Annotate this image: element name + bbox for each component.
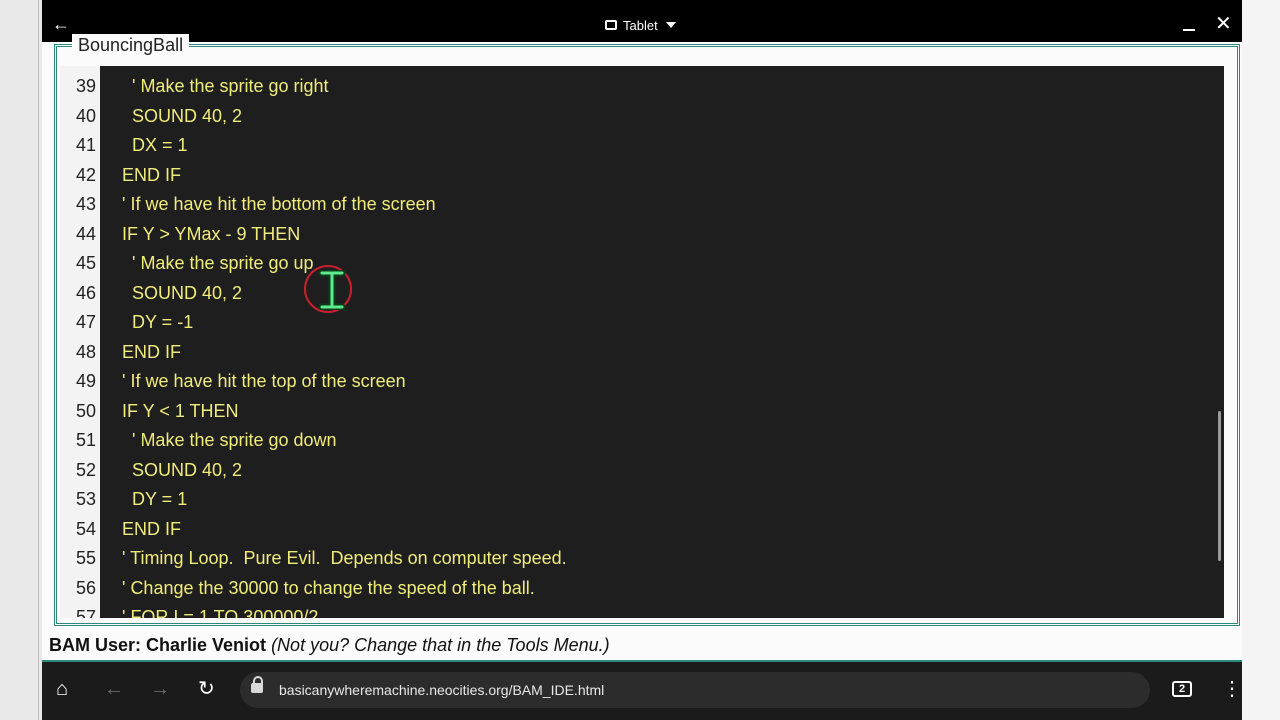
code-text: ' If we have hit the bottom of the scree… <box>122 194 436 214</box>
code-text: DY = -1 <box>122 312 194 332</box>
line-number: 55 <box>75 548 96 568</box>
minimize-icon[interactable] <box>1183 29 1195 31</box>
code-line[interactable]: 44 IF Y > YMax - 9 THEN <box>60 220 1224 249</box>
code-text: ' If we have hit the top of the screen <box>122 371 406 391</box>
code-line[interactable]: 51 ' Make the sprite go down <box>60 426 1224 455</box>
reload-icon[interactable]: ↻ <box>198 677 215 701</box>
code-text: ' Change the 30000 to change the speed o… <box>122 577 535 598</box>
code-line[interactable]: 45 ' Make the sprite go up <box>60 249 1224 278</box>
code-text: ' Make the sprite go up <box>122 253 314 273</box>
line-number: 53 <box>75 489 96 509</box>
code-line[interactable]: 54 END IF <box>60 515 1224 544</box>
line-number: 42 <box>75 164 96 185</box>
tablet-emulator-window: ← Tablet ✕ BouncingBall 39 ' Make the sp… <box>42 8 1242 720</box>
line-number: 48 <box>75 341 96 362</box>
left-backdrop <box>0 0 42 720</box>
device-mode-selector[interactable]: Tablet <box>605 16 676 34</box>
code-line[interactable]: 41 DX = 1 <box>60 131 1224 160</box>
code-line[interactable]: 39 ' Make the sprite go right <box>60 72 1224 101</box>
bam-user-line: BAM User: Charlie Veniot (Not you? Chang… <box>49 635 610 655</box>
line-number: 47 <box>75 312 96 332</box>
device-mode-label: Tablet <box>623 17 658 33</box>
right-backdrop <box>1242 0 1280 720</box>
tablet-icon <box>605 20 617 30</box>
code-text: END IF <box>122 164 182 185</box>
code-text: ' FOR I = 1 TO 300000/2 <box>122 607 319 618</box>
line-number: 50 <box>75 400 96 421</box>
line-number: 41 <box>75 135 96 155</box>
line-number: 45 <box>75 253 96 273</box>
code-line[interactable]: 50 IF Y < 1 THEN <box>60 397 1224 426</box>
tab-switcher-button[interactable]: 2 <box>1172 681 1192 697</box>
code-text: ' Make the sprite go right <box>122 76 329 96</box>
bam-user-note: (Not you? Change that in the Tools Menu.… <box>271 635 610 655</box>
line-number: 43 <box>75 194 96 214</box>
line-number: 46 <box>75 282 96 303</box>
code-text: ' Timing Loop. Pure Evil. Depends on com… <box>122 548 567 568</box>
bam-user-label: BAM User: Charlie Veniot <box>49 635 267 655</box>
line-number: 44 <box>75 223 96 244</box>
program-panel-title: BouncingBall <box>72 34 190 56</box>
code-text: SOUND 40, 2 <box>122 105 243 126</box>
code-text: END IF <box>122 518 182 539</box>
line-number: 39 <box>75 76 96 96</box>
browser-forward-icon[interactable]: → <box>150 677 170 701</box>
back-arrow-icon[interactable]: ← <box>52 14 70 34</box>
home-icon[interactable]: ⌂ <box>56 677 68 701</box>
line-number: 52 <box>75 459 96 480</box>
code-text: IF Y > YMax - 9 THEN <box>122 223 301 244</box>
code-line[interactable]: 43 ' If we have hit the bottom of the scr… <box>60 190 1224 219</box>
line-number: 56 <box>75 577 96 598</box>
code-line[interactable]: 47 DY = -1 <box>60 308 1224 337</box>
line-number: 57 <box>75 607 96 618</box>
line-number: 40 <box>75 105 96 126</box>
caret-down-icon <box>665 22 676 28</box>
code-line[interactable]: 56 ' Change the 30000 to change the speed… <box>60 574 1224 603</box>
code-line[interactable]: 42 END IF <box>60 161 1224 190</box>
text-cursor-icon <box>318 270 346 310</box>
code-line[interactable]: 53 DY = 1 <box>60 485 1224 514</box>
emulator-title-bar: ← Tablet ✕ <box>42 8 1242 42</box>
code-line[interactable]: 55 ' Timing Loop. Pure Evil. Depends on c… <box>60 544 1224 573</box>
code-line[interactable]: 48 END IF <box>60 338 1224 367</box>
code-line[interactable]: 52 SOUND 40, 2 <box>60 456 1224 485</box>
code-text: SOUND 40, 2 <box>122 282 243 303</box>
browser-toolbar: ⌂ ← → ↻ basicanywheremachine.neocities.o… <box>42 662 1242 720</box>
code-line[interactable]: 46 SOUND 40, 2 <box>60 279 1224 308</box>
code-text: END IF <box>122 341 182 362</box>
code-editor[interactable]: 39 ' Make the sprite go right 40 SOUND 40… <box>60 66 1224 618</box>
more-menu-icon[interactable]: ⋮ <box>1222 676 1242 702</box>
line-number: 54 <box>75 518 96 539</box>
code-line[interactable]: 40 SOUND 40, 2 <box>60 102 1224 131</box>
browser-back-icon[interactable]: ← <box>104 677 124 701</box>
close-icon[interactable]: ✕ <box>1215 13 1232 35</box>
code-text: DY = 1 <box>122 489 188 509</box>
code-text: SOUND 40, 2 <box>122 459 243 480</box>
line-number: 49 <box>75 371 96 391</box>
code-text: DX = 1 <box>122 135 188 155</box>
code-text: IF Y < 1 THEN <box>122 400 239 421</box>
lock-icon <box>251 676 263 693</box>
code-text: ' Make the sprite go down <box>122 430 337 450</box>
address-bar[interactable]: basicanywheremachine.neocities.org/BAM_I… <box>240 672 1150 708</box>
code-line[interactable]: 57 ' FOR I = 1 TO 300000/2 <box>60 603 1224 618</box>
code-line[interactable]: 49 ' If we have hit the top of the screen <box>60 367 1224 396</box>
line-number: 51 <box>75 430 96 450</box>
address-url: basicanywheremachine.neocities.org/BAM_I… <box>279 682 605 698</box>
